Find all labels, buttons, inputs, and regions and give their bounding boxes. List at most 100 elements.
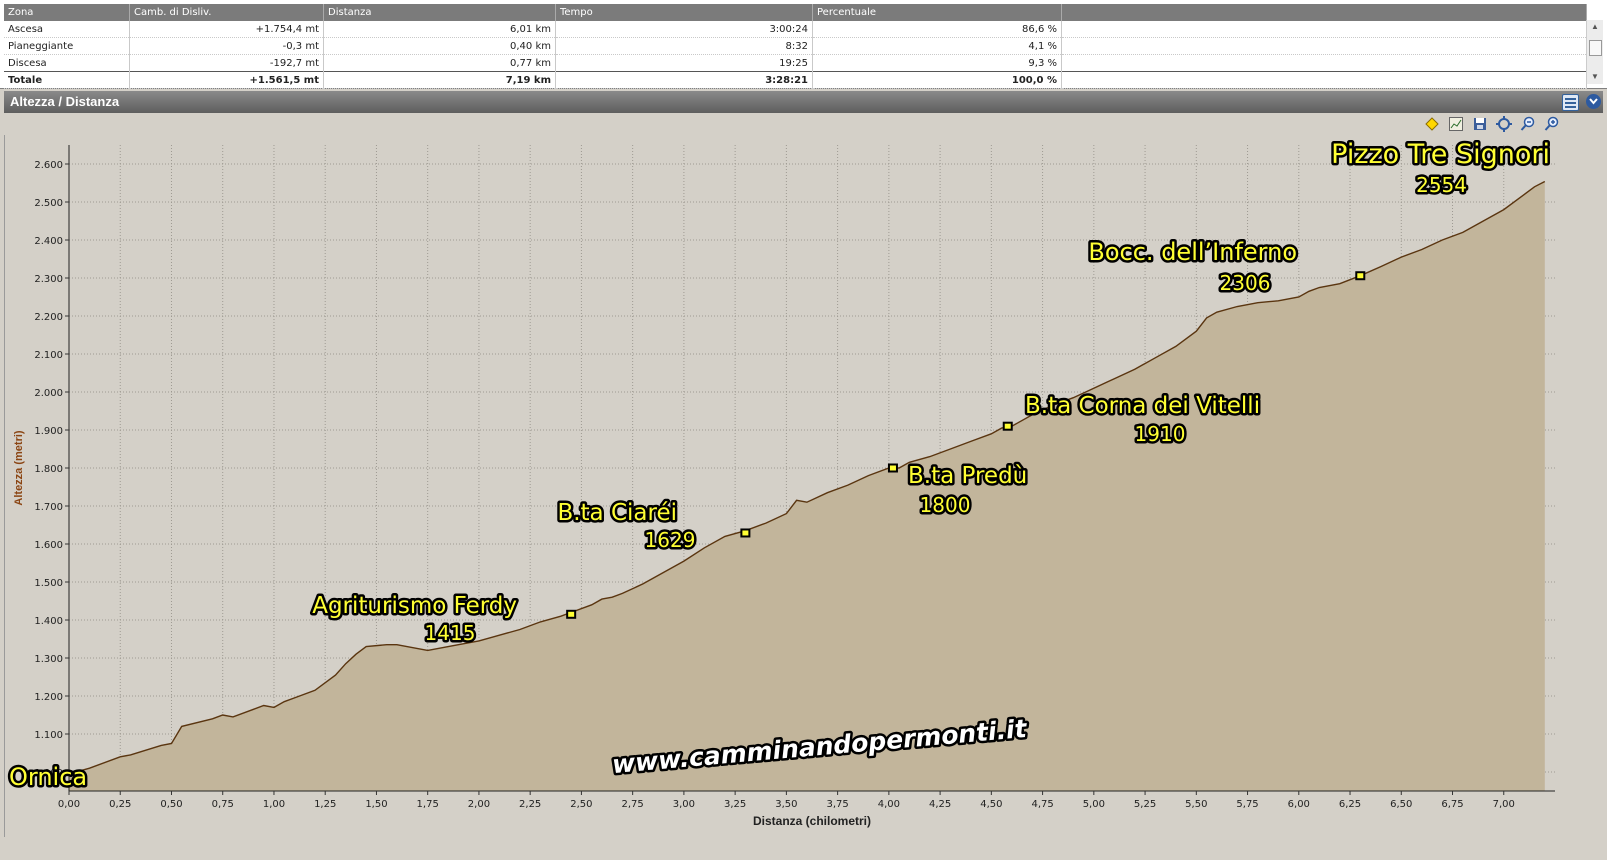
waypoint-elevation: 1415: [425, 621, 476, 645]
x-tick-label: 0,50: [160, 799, 182, 810]
chart-frame: 1.000 1.100 1.200 1.300 1.400 1.500 1.600 1.700…: [4, 135, 1604, 837]
x-tick-label: 7,00: [1493, 799, 1515, 810]
cell-tempo: 8:32: [555, 37, 813, 55]
waypoint-name: B.ta Ciaréi: [557, 500, 677, 526]
y-tick-label: 2.100: [34, 350, 63, 361]
x-tick-label: 0,00: [58, 799, 80, 810]
zoom-in-icon[interactable]: [1544, 116, 1560, 132]
chart-toolbar: [4, 113, 1603, 135]
stats-header-row: Zona Camb. di Disliv. Distanza Tempo Per…: [4, 4, 1587, 21]
cell-tempo: 3:00:24: [555, 21, 813, 38]
waypoint-elevation: 1910: [1135, 422, 1186, 446]
cell-dislivello: -0,3 mt: [129, 37, 324, 55]
x-tick-label: 5,25: [1134, 799, 1156, 810]
waypoint-name: Bocc. dell’Inferno: [1088, 238, 1297, 266]
col-header-zona[interactable]: Zona: [4, 4, 130, 21]
x-tick-label: 4,75: [1031, 799, 1053, 810]
waypoint-name: Agriturismo Ferdy: [312, 593, 517, 619]
cell-percentuale: 9,3 %: [812, 54, 1062, 72]
y-tick-label: 2.300: [34, 274, 63, 285]
cell-empty: [1061, 71, 1587, 89]
waypoint-marker[interactable]: [1002, 421, 1013, 431]
collapse-icon[interactable]: [1586, 94, 1601, 109]
table-row[interactable]: Discesa -192,7 mt 0,77 km 19:25 9,3 %: [4, 54, 1587, 72]
y-axis-title: Altezza (metri): [13, 430, 25, 506]
waypoint-name: Pizzo Tre Signori: [1331, 139, 1550, 170]
chart-icon[interactable]: [1448, 116, 1464, 132]
waypoint-elevation: 2306: [1220, 271, 1271, 295]
col-header-percentuale[interactable]: Percentuale: [812, 4, 1062, 21]
col-header-empty: [1061, 4, 1587, 21]
cell-zona: Ascesa: [4, 21, 130, 38]
x-tick-label: 0,75: [212, 799, 234, 810]
waypoint-marker[interactable]: [740, 528, 751, 538]
save-icon[interactable]: [1472, 116, 1488, 132]
cell-empty: [1061, 54, 1587, 72]
col-header-distanza[interactable]: Distanza: [323, 4, 556, 21]
waypoint-name: B.ta Corna dei Vitelli: [1025, 393, 1260, 419]
x-tick-label: 6,25: [1339, 799, 1361, 810]
fit-icon[interactable]: [1496, 116, 1512, 132]
panel-title: Altezza / Distanza: [10, 94, 120, 109]
marker-icon[interactable]: [1424, 116, 1440, 132]
cell-zona: Pianeggiante: [4, 37, 130, 55]
waypoint-marker[interactable]: [566, 609, 577, 619]
col-header-tempo[interactable]: Tempo: [555, 4, 813, 21]
cell-percentuale: 86,6 %: [812, 21, 1062, 38]
cell-dislivello: +1.561,5 mt: [129, 71, 324, 89]
stats-table: Zona Camb. di Disliv. Distanza Tempo Per…: [4, 4, 1587, 89]
x-tick-label: 1,75: [417, 799, 439, 810]
waypoint-marker[interactable]: [887, 463, 898, 473]
y-tick-label: 1.600: [34, 540, 63, 551]
waypoint-marker[interactable]: [1355, 271, 1366, 281]
x-tick-label: 3,00: [673, 799, 695, 810]
x-tick-label: 4,50: [980, 799, 1002, 810]
scroll-thumb[interactable]: [1589, 40, 1602, 56]
y-tick-label: 2.200: [34, 312, 63, 323]
y-tick-label: 1.500: [34, 578, 63, 589]
cell-tempo: 3:28:21: [555, 71, 813, 89]
x-tick-label: 5,00: [1083, 799, 1105, 810]
x-tick-label: 3,25: [724, 799, 746, 810]
waypoint-name: Ornica: [9, 763, 87, 791]
x-tick-label: 2,50: [570, 799, 592, 810]
waypoint-elevation: 1629: [645, 528, 696, 552]
cell-empty: [1061, 21, 1587, 38]
table-scrollbar[interactable]: ▲ ▼: [1586, 20, 1603, 84]
cell-percentuale: 100,0 %: [812, 71, 1062, 89]
scroll-up-icon[interactable]: ▲: [1587, 20, 1603, 34]
zoom-out-icon[interactable]: [1520, 116, 1536, 132]
x-tick-label: 5,75: [1236, 799, 1258, 810]
elevation-chart[interactable]: 1.0001.1001.2001.3001.4001.5001.6001.700…: [5, 135, 1604, 837]
cell-distanza: 0,77 km: [323, 54, 556, 72]
y-tick-label: 2.400: [34, 236, 63, 247]
scroll-down-icon[interactable]: ▼: [1587, 70, 1603, 84]
cell-distanza: 6,01 km: [323, 21, 556, 38]
cell-percentuale: 4,1 %: [812, 37, 1062, 55]
y-tick-label: 2.500: [34, 198, 63, 209]
table-row[interactable]: Ascesa +1.754,4 mt 6,01 km 3:00:24 86,6 …: [4, 21, 1587, 38]
y-tick-label: 1.200: [34, 692, 63, 703]
x-tick-label: 5,50: [1185, 799, 1207, 810]
x-tick-label: 2,25: [519, 799, 541, 810]
cell-empty: [1061, 37, 1587, 55]
cell-distanza: 0,40 km: [323, 37, 556, 55]
waypoint-elevation: 1800: [920, 493, 971, 517]
col-header-dislivello[interactable]: Camb. di Disliv.: [129, 4, 324, 21]
layout-icon[interactable]: [1562, 94, 1579, 111]
y-tick-label: 2.600: [34, 160, 63, 171]
table-total-row[interactable]: Totale +1.561,5 mt 7,19 km 3:28:21 100,0…: [4, 71, 1587, 89]
y-tick-label: 1.700: [34, 502, 63, 513]
x-tick-label: 1,25: [314, 799, 336, 810]
stats-panel: Zona Camb. di Disliv. Distanza Tempo Per…: [0, 0, 1607, 89]
x-tick-label: 4,25: [929, 799, 951, 810]
x-tick-label: 6,75: [1441, 799, 1463, 810]
x-tick-label: 4,00: [878, 799, 900, 810]
x-tick-label: 3,50: [775, 799, 797, 810]
y-tick-label: 1.100: [34, 730, 63, 741]
cell-dislivello: +1.754,4 mt: [129, 21, 324, 38]
table-row[interactable]: Pianeggiante -0,3 mt 0,40 km 8:32 4,1 %: [4, 37, 1587, 55]
cell-distanza: 7,19 km: [323, 71, 556, 89]
x-tick-label: 2,00: [468, 799, 490, 810]
panel-titlebar: Altezza / Distanza: [4, 91, 1603, 113]
